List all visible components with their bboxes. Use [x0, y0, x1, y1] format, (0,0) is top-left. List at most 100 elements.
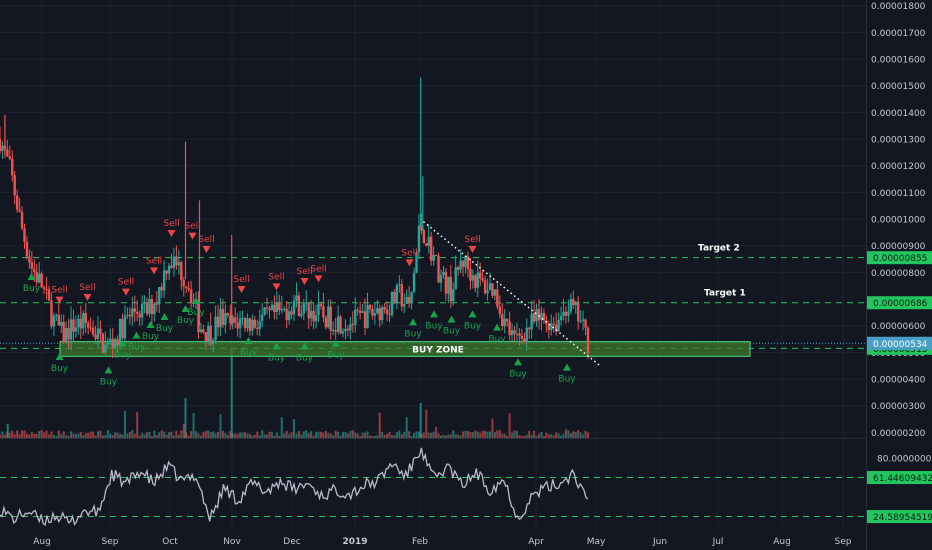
candle-body — [104, 344, 107, 353]
candle-body — [207, 325, 210, 342]
volume-bar — [312, 435, 315, 438]
candle-body — [579, 320, 582, 322]
time-tick-label: 2019 — [342, 537, 367, 547]
candle-body — [35, 271, 38, 283]
volume-bar — [94, 435, 97, 438]
buy-signal-label: Buy — [268, 353, 286, 363]
candle-body — [292, 300, 296, 315]
candle-body — [253, 319, 256, 328]
candle-body — [55, 315, 58, 317]
price-tick-label: 0.00001800 — [871, 2, 926, 12]
volume-bar — [557, 433, 560, 438]
volume-bar — [574, 432, 577, 438]
time-tick-label: Nov — [223, 537, 241, 547]
volume-bar — [248, 433, 251, 438]
volume-bar — [67, 435, 70, 438]
candle-body — [309, 310, 313, 319]
volume-bar — [273, 435, 276, 438]
volume-bar — [18, 434, 21, 438]
volume-bar — [395, 432, 398, 438]
volume-bar — [177, 434, 180, 438]
volume-bar — [226, 434, 229, 438]
candle-body — [180, 262, 183, 281]
time-tick-label: Apr — [528, 537, 544, 547]
volume-bar — [239, 432, 242, 438]
volume-bar — [444, 435, 447, 438]
volume-bar — [562, 433, 565, 438]
volume-bar — [241, 432, 244, 438]
volume-bar — [99, 430, 102, 438]
volume-bar — [163, 431, 166, 438]
price-tick-label: 0.00000900 — [871, 242, 926, 252]
candle-body — [327, 306, 330, 328]
volume-bar — [481, 430, 484, 438]
volume-bar — [302, 431, 305, 438]
candle-body — [498, 306, 501, 314]
candle-body — [251, 319, 254, 331]
sell-signal-label: Sell — [118, 278, 134, 288]
volume-bar — [101, 435, 104, 438]
candle-body — [33, 268, 36, 272]
buy-signal-label: Buy — [404, 329, 422, 339]
volume-bar — [82, 435, 85, 438]
volume-bar — [190, 431, 193, 438]
candle-body — [442, 271, 445, 275]
volume-bar — [518, 435, 521, 438]
candle-body — [530, 313, 533, 330]
time-tick-label: Aug — [33, 537, 51, 547]
volume-bar — [525, 434, 528, 438]
candle-body — [126, 315, 129, 317]
candle-body — [99, 328, 102, 334]
volume-bar — [128, 432, 131, 438]
volume-bar — [214, 433, 217, 438]
oscillator-tick-label: 80.00000000 — [877, 454, 932, 464]
price-tick-label: 0.00001700 — [871, 29, 926, 39]
volume-bar — [466, 431, 469, 438]
sell-signal-label: Sell — [146, 256, 162, 266]
volume-bar — [202, 432, 205, 438]
volume-bar — [435, 426, 438, 438]
volume-bar — [408, 431, 411, 438]
buy-zone[interactable]: BUY ZONE — [59, 341, 751, 357]
candle-body — [363, 311, 367, 328]
candle-body — [562, 311, 565, 317]
volume-bar — [104, 435, 107, 438]
volume-bar — [572, 431, 575, 438]
sell-signal-label: Sell — [79, 283, 95, 293]
candle-body — [412, 272, 416, 292]
buy-signal-label: Buy — [51, 364, 69, 374]
candle-body — [581, 319, 585, 321]
candle-body — [515, 333, 519, 335]
volume-bar — [155, 434, 158, 438]
buy-signal-label: Buy — [443, 327, 461, 337]
candle-body — [182, 280, 185, 287]
volume-bar — [339, 435, 342, 438]
volume-bar — [182, 423, 185, 438]
buy-zone-rect[interactable] — [59, 341, 751, 357]
volume-bar — [542, 435, 545, 438]
candle-body — [202, 329, 205, 333]
candle-body — [133, 308, 136, 312]
candle-body — [52, 315, 56, 327]
price-tick-label: 0.00001400 — [871, 109, 926, 119]
candle-body — [378, 308, 381, 321]
volume-spike — [230, 348, 233, 438]
candle-body — [175, 256, 178, 266]
chart-canvas[interactable]: BUY ZONE BuyBuyBuyBuyBuyBuyBuyBuyBuyBuyB… — [0, 0, 932, 550]
volume-bar — [219, 414, 222, 438]
volume-bar — [319, 431, 322, 438]
candle-body — [109, 338, 112, 341]
volume-bar — [97, 431, 99, 438]
candle-body — [444, 271, 448, 294]
time-tick-label: Aug — [773, 537, 791, 547]
candle-body — [219, 308, 222, 328]
volume-bar — [133, 433, 136, 438]
candle-body — [552, 323, 555, 325]
volume-bar — [293, 419, 295, 438]
volume-bar — [386, 433, 389, 438]
candle-body — [189, 289, 193, 304]
volume-bar — [92, 431, 95, 438]
candle-body — [356, 309, 359, 311]
candle-body — [496, 289, 499, 307]
candle-body — [586, 327, 590, 354]
